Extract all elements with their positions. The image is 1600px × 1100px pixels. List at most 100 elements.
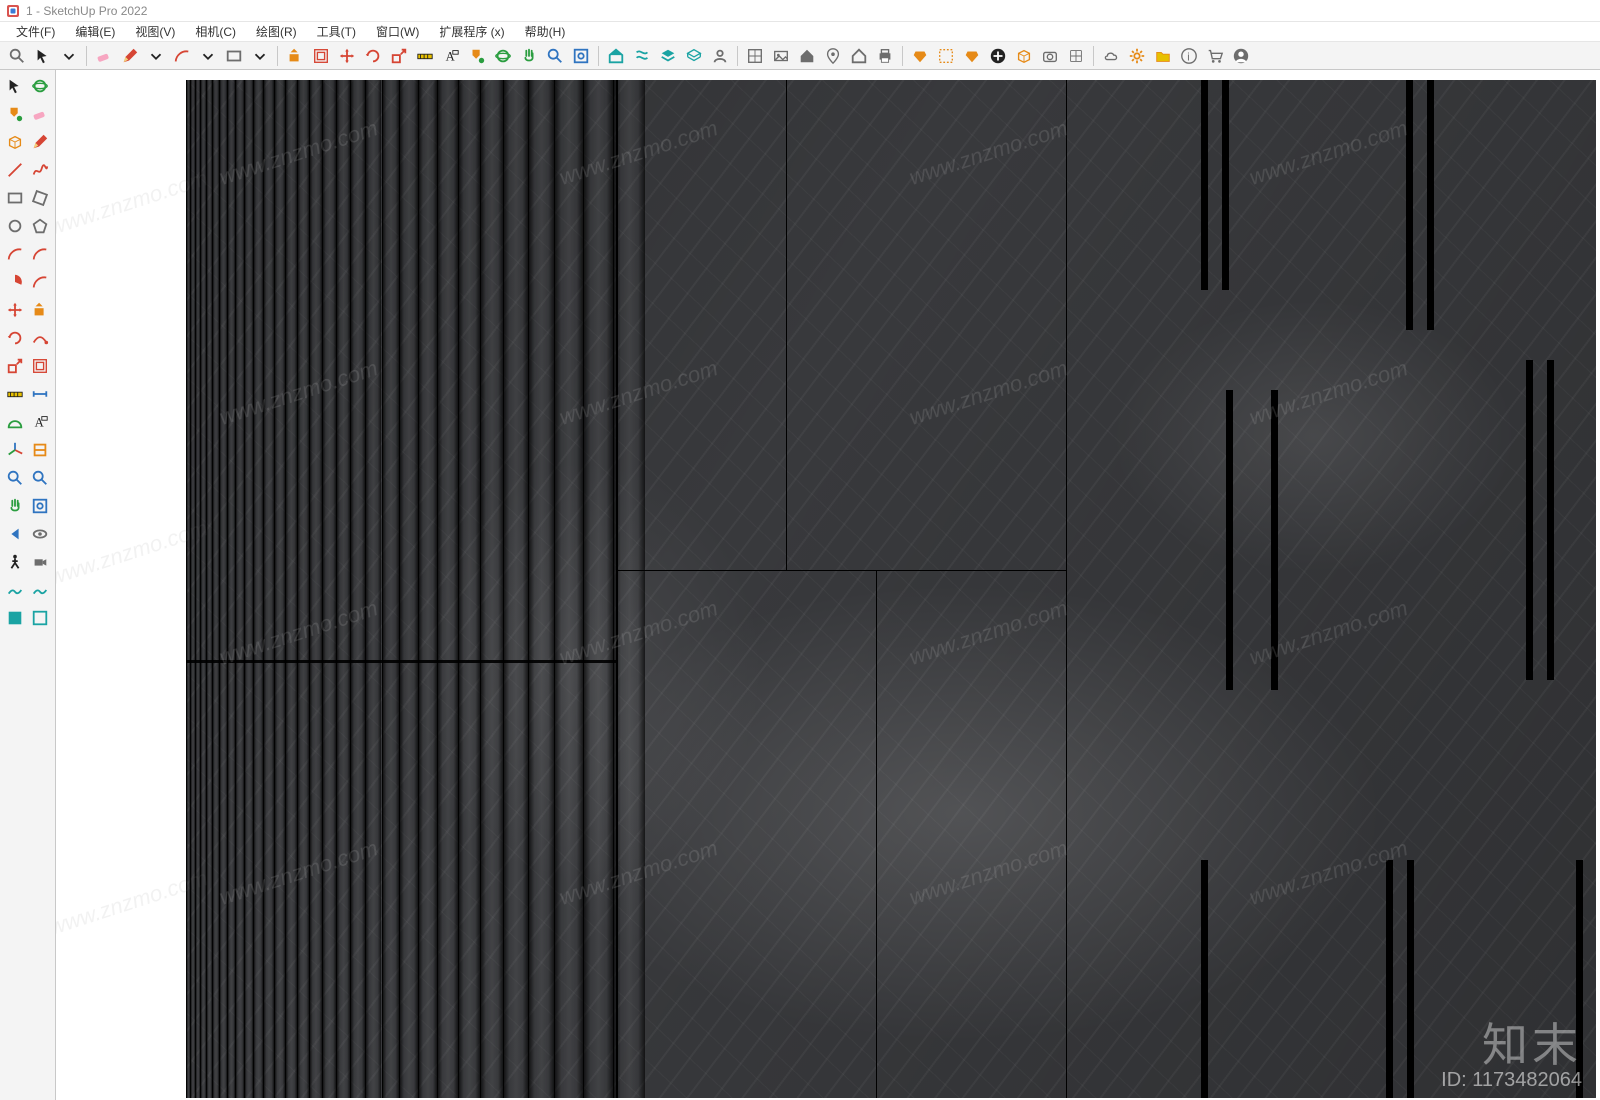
move-icon[interactable]	[3, 297, 27, 323]
location-icon[interactable]	[821, 44, 845, 68]
pushpull-icon[interactable]	[283, 44, 307, 68]
pan-icon[interactable]	[3, 493, 27, 519]
arc-icon[interactable]	[3, 241, 27, 267]
info-icon[interactable]: i	[1177, 44, 1201, 68]
outliner-icon[interactable]	[682, 44, 706, 68]
zoom-icon[interactable]	[543, 44, 567, 68]
search-icon[interactable]	[5, 44, 29, 68]
warehouse-icon[interactable]	[604, 44, 628, 68]
arc3-icon[interactable]	[29, 269, 53, 295]
rotate-icon[interactable]	[361, 44, 385, 68]
rectangle-icon[interactable]	[222, 44, 246, 68]
offset-icon[interactable]	[29, 353, 53, 379]
tape-icon[interactable]	[3, 381, 27, 407]
gear-icon[interactable]	[1125, 44, 1149, 68]
sandbox-icon[interactable]	[3, 577, 27, 603]
model-groove	[1201, 80, 1208, 290]
model-slat	[528, 80, 555, 1098]
zoom-icon[interactable]	[29, 465, 53, 491]
walk-icon[interactable]	[3, 549, 27, 575]
polygon-icon[interactable]	[29, 213, 53, 239]
offset-icon[interactable]	[309, 44, 333, 68]
add-icon[interactable]	[986, 44, 1010, 68]
gallery-icon[interactable]	[769, 44, 793, 68]
section-icon[interactable]	[29, 437, 53, 463]
user-icon[interactable]	[708, 44, 732, 68]
ruby-icon[interactable]	[908, 44, 932, 68]
orbit-icon[interactable]	[491, 44, 515, 68]
menu-draw[interactable]: 绘图(R)	[246, 21, 307, 42]
move-icon[interactable]	[335, 44, 359, 68]
sandbox2-icon[interactable]	[29, 577, 53, 603]
protractor-icon[interactable]	[3, 409, 27, 435]
follow-icon[interactable]	[29, 325, 53, 351]
prev-icon[interactable]	[3, 521, 27, 547]
axes-icon[interactable]	[3, 437, 27, 463]
cloud-icon[interactable]	[1099, 44, 1123, 68]
menu-edit[interactable]: 编辑(E)	[65, 21, 125, 42]
box-icon[interactable]	[1012, 44, 1036, 68]
menu-window[interactable]: 窗口(W)	[366, 21, 429, 42]
pie-icon[interactable]	[3, 269, 27, 295]
camera-icon[interactable]	[1038, 44, 1062, 68]
menu-tools[interactable]: 工具(T)	[307, 21, 366, 42]
select-bounds-icon[interactable]	[934, 44, 958, 68]
rect-icon[interactable]	[3, 185, 27, 211]
home-icon[interactable]	[795, 44, 819, 68]
component-browse-icon[interactable]	[743, 44, 767, 68]
text-icon[interactable]: A	[29, 409, 53, 435]
zoom-extents-icon[interactable]	[569, 44, 593, 68]
rot-rect-icon[interactable]	[29, 185, 53, 211]
eraser-icon[interactable]	[29, 101, 53, 127]
circle-icon[interactable]	[3, 213, 27, 239]
chevron-down-icon[interactable]	[196, 44, 220, 68]
eraser-icon[interactable]	[92, 44, 116, 68]
position-cam-icon[interactable]	[29, 549, 53, 575]
look-icon[interactable]	[29, 521, 53, 547]
select-icon[interactable]	[3, 73, 27, 99]
home-outline-icon[interactable]	[847, 44, 871, 68]
text-icon[interactable]: A	[439, 44, 463, 68]
select-icon[interactable]	[31, 44, 55, 68]
profile-icon[interactable]	[1229, 44, 1253, 68]
pan-icon[interactable]	[517, 44, 541, 68]
chevron-down-icon[interactable]	[248, 44, 272, 68]
model-slat	[480, 80, 503, 1098]
ruby2-icon[interactable]	[960, 44, 984, 68]
freehand-icon[interactable]	[29, 157, 53, 183]
viewport-3d[interactable]: www.znzmo.comwww.znzmo.comwww.znzmo.comw…	[56, 70, 1600, 1100]
chevron-down-icon[interactable]	[57, 44, 81, 68]
cart-icon[interactable]	[1203, 44, 1227, 68]
zoom-icon[interactable]	[3, 465, 27, 491]
tape-icon[interactable]	[413, 44, 437, 68]
style2-icon[interactable]	[29, 605, 53, 631]
menu-extensions[interactable]: 扩展程序 (x)	[429, 21, 514, 42]
paint-icon[interactable]	[3, 101, 27, 127]
scale-icon[interactable]	[3, 353, 27, 379]
menu-file[interactable]: 文件(F)	[6, 21, 65, 42]
extension-sep-icon[interactable]	[630, 44, 654, 68]
menu-camera[interactable]: 相机(C)	[185, 21, 246, 42]
style1-icon[interactable]	[3, 605, 27, 631]
box-icon[interactable]	[3, 129, 27, 155]
folder-icon[interactable]	[1151, 44, 1175, 68]
pencil-icon[interactable]	[29, 129, 53, 155]
line-icon[interactable]	[3, 157, 27, 183]
zoom-extents-icon[interactable]	[29, 493, 53, 519]
menu-view[interactable]: 视图(V)	[125, 21, 185, 42]
chevron-down-icon[interactable]	[144, 44, 168, 68]
scale-icon[interactable]	[387, 44, 411, 68]
paint-icon[interactable]	[465, 44, 489, 68]
arc-icon[interactable]	[170, 44, 194, 68]
arc2-icon[interactable]	[29, 241, 53, 267]
print-icon[interactable]	[873, 44, 897, 68]
pushpull-icon[interactable]	[29, 297, 53, 323]
pencil-icon[interactable]	[118, 44, 142, 68]
menu-help[interactable]: 帮助(H)	[515, 21, 576, 42]
rotate-icon[interactable]	[3, 325, 27, 351]
model-marble-panel: www.znzmo.comwww.znzmo.comwww.znzmo.comw…	[186, 80, 1596, 1098]
layers-icon[interactable]	[656, 44, 680, 68]
grid-icon[interactable]	[1064, 44, 1088, 68]
orbit-icon[interactable]	[29, 73, 53, 99]
dimension-icon[interactable]	[29, 381, 53, 407]
